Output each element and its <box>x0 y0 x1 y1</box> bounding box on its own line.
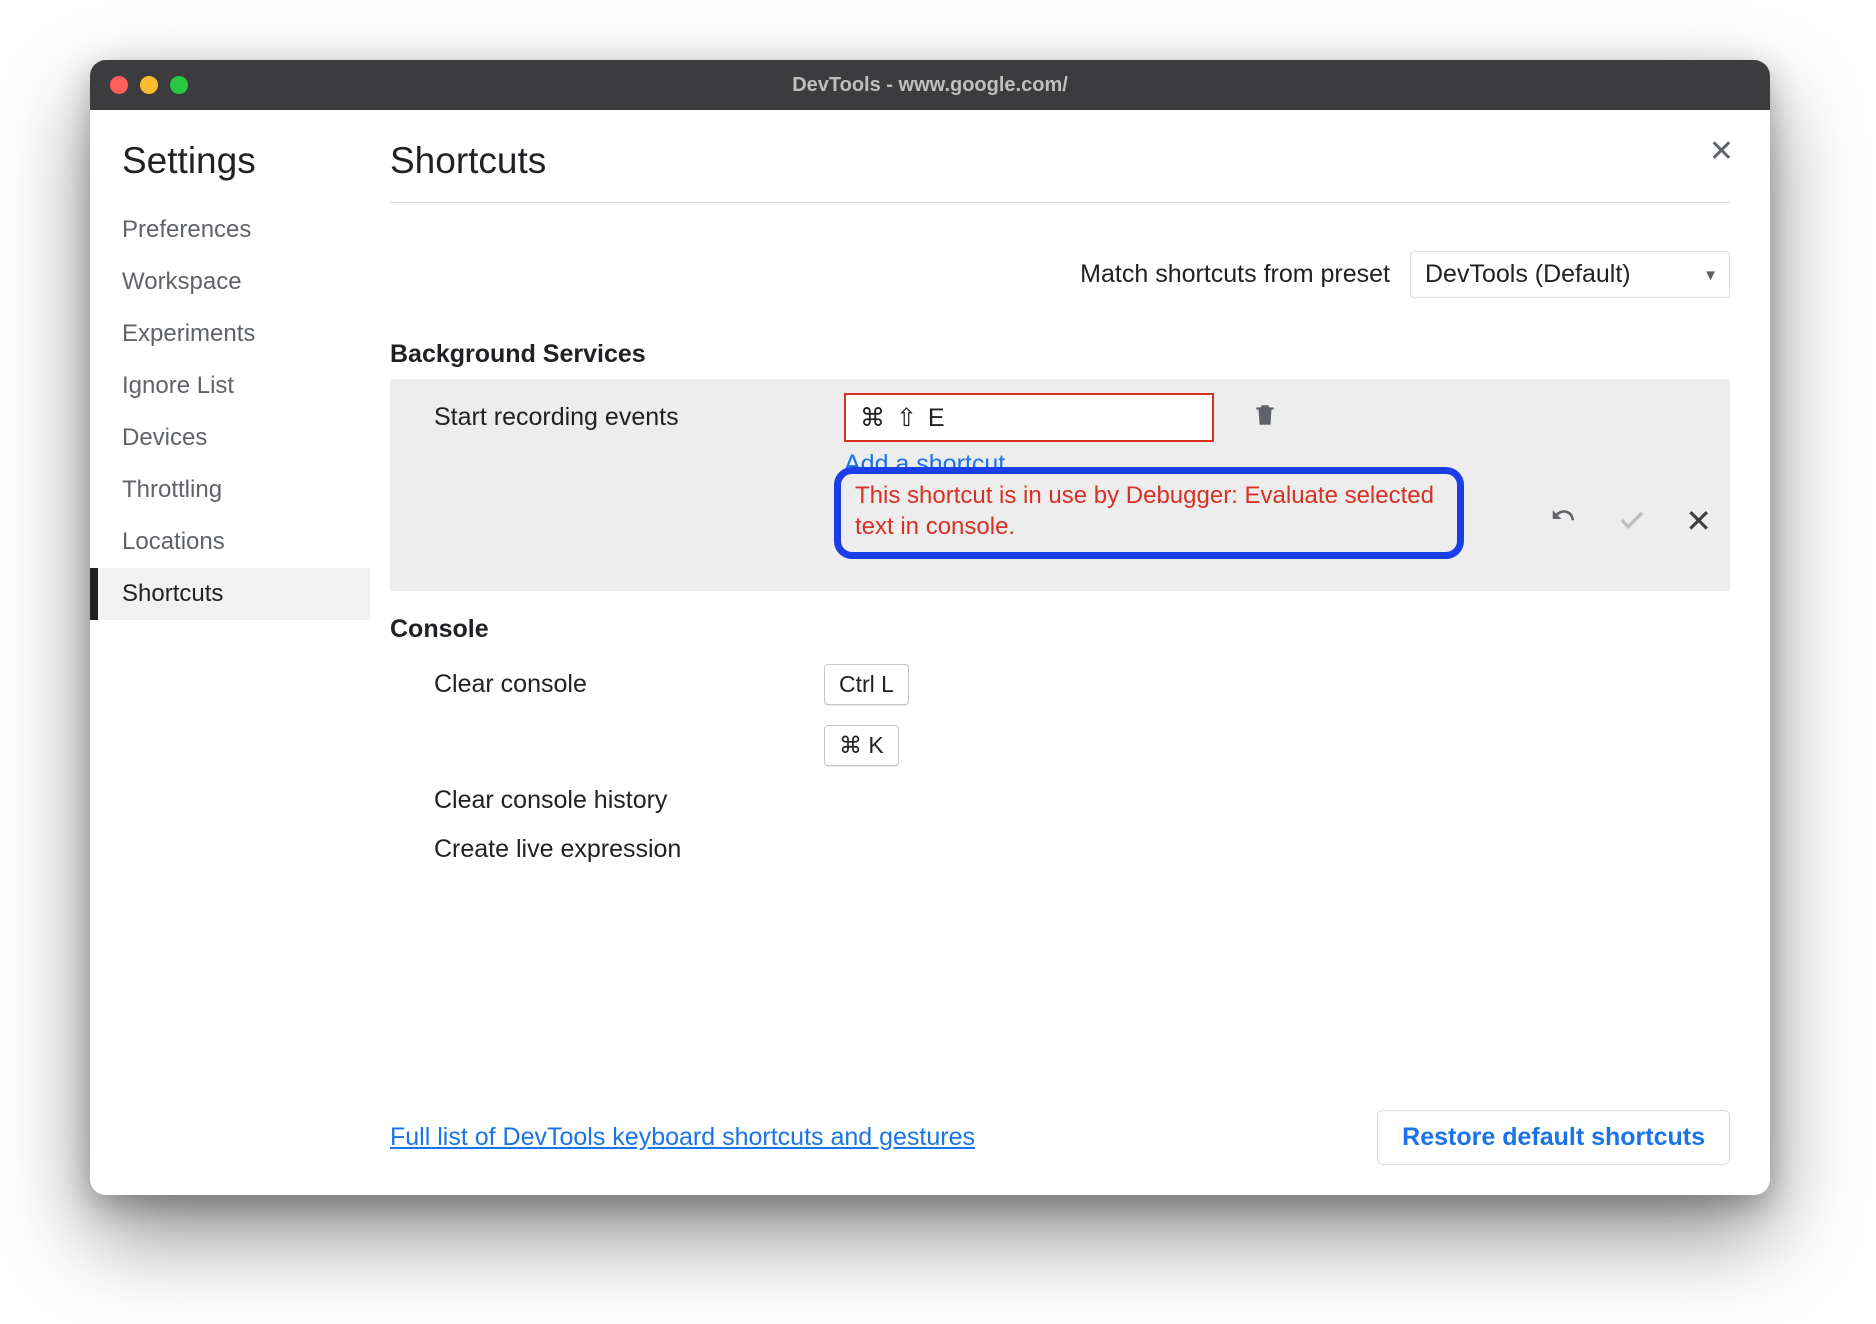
action-label-start-recording: Start recording events <box>434 403 824 432</box>
shortcut-row: Create live expression <box>390 825 1730 874</box>
devtools-window: DevTools - www.google.com/ ✕ Settings Pr… <box>90 60 1770 1195</box>
footer: Full list of DevTools keyboard shortcuts… <box>390 1084 1730 1165</box>
undo-button[interactable] <box>1549 504 1579 539</box>
preset-label: Match shortcuts from preset <box>1080 260 1390 289</box>
edit-actions: ✕ <box>1549 504 1712 539</box>
action-label-clear-history: Clear console history <box>434 786 824 815</box>
sidebar-item-devices[interactable]: Devices <box>114 412 370 464</box>
titlebar: DevTools - www.google.com/ <box>90 60 1770 110</box>
shortcut-input[interactable] <box>844 393 1214 442</box>
sidebar-item-shortcuts[interactable]: Shortcuts <box>90 568 370 620</box>
sidebar-item-experiments[interactable]: Experiments <box>114 308 370 360</box>
undo-icon <box>1549 504 1579 534</box>
cancel-button[interactable]: ✕ <box>1685 505 1712 537</box>
full-list-link[interactable]: Full list of DevTools keyboard shortcuts… <box>390 1123 975 1152</box>
window-title: DevTools - www.google.com/ <box>792 74 1068 97</box>
confirm-button[interactable] <box>1617 504 1647 539</box>
action-label-clear-console: Clear console <box>434 670 824 699</box>
action-label-live-expression: Create live expression <box>434 835 824 864</box>
preset-row: Match shortcuts from preset DevTools (De… <box>390 203 1730 340</box>
preset-select[interactable]: DevTools (Default) <box>1410 251 1730 298</box>
key-badge: ⌘ K <box>824 725 899 766</box>
close-panel-button[interactable]: ✕ <box>1709 134 1734 169</box>
sidebar-item-ignore-list[interactable]: Ignore List <box>114 360 370 412</box>
minimize-window-icon[interactable] <box>140 76 158 94</box>
sidebar-item-throttling[interactable]: Throttling <box>114 464 370 516</box>
delete-shortcut-button[interactable] <box>1252 401 1278 434</box>
settings-sidebar: Settings Preferences Workspace Experimen… <box>90 110 370 1195</box>
page-title: Shortcuts <box>390 140 1730 203</box>
check-icon <box>1617 504 1647 534</box>
key-badge: Ctrl L <box>824 664 909 705</box>
trash-icon <box>1252 401 1278 429</box>
section-header-background: Background Services <box>390 340 1730 369</box>
shortcut-row: Clear console history <box>390 776 1730 825</box>
shortcut-row: Clear console Ctrl L <box>390 654 1730 715</box>
shortcut-conflict-error: This shortcut is in use by Debugger: Eva… <box>834 467 1464 559</box>
sidebar-item-locations[interactable]: Locations <box>114 516 370 568</box>
zoom-window-icon[interactable] <box>170 76 188 94</box>
section-header-console: Console <box>390 615 1730 644</box>
restore-defaults-button[interactable]: Restore default shortcuts <box>1377 1110 1730 1165</box>
main-content: Shortcuts Match shortcuts from preset De… <box>370 110 1770 1195</box>
preset-select-value: DevTools (Default) <box>1425 260 1631 288</box>
shortcut-row: ⌘ K <box>390 715 1730 776</box>
shortcut-editor: Start recording events Add a shortcut Th… <box>390 379 1730 591</box>
close-window-icon[interactable] <box>110 76 128 94</box>
traffic-lights <box>110 76 188 94</box>
sidebar-item-preferences[interactable]: Preferences <box>114 204 370 256</box>
sidebar-title: Settings <box>114 140 370 182</box>
sidebar-item-workspace[interactable]: Workspace <box>114 256 370 308</box>
